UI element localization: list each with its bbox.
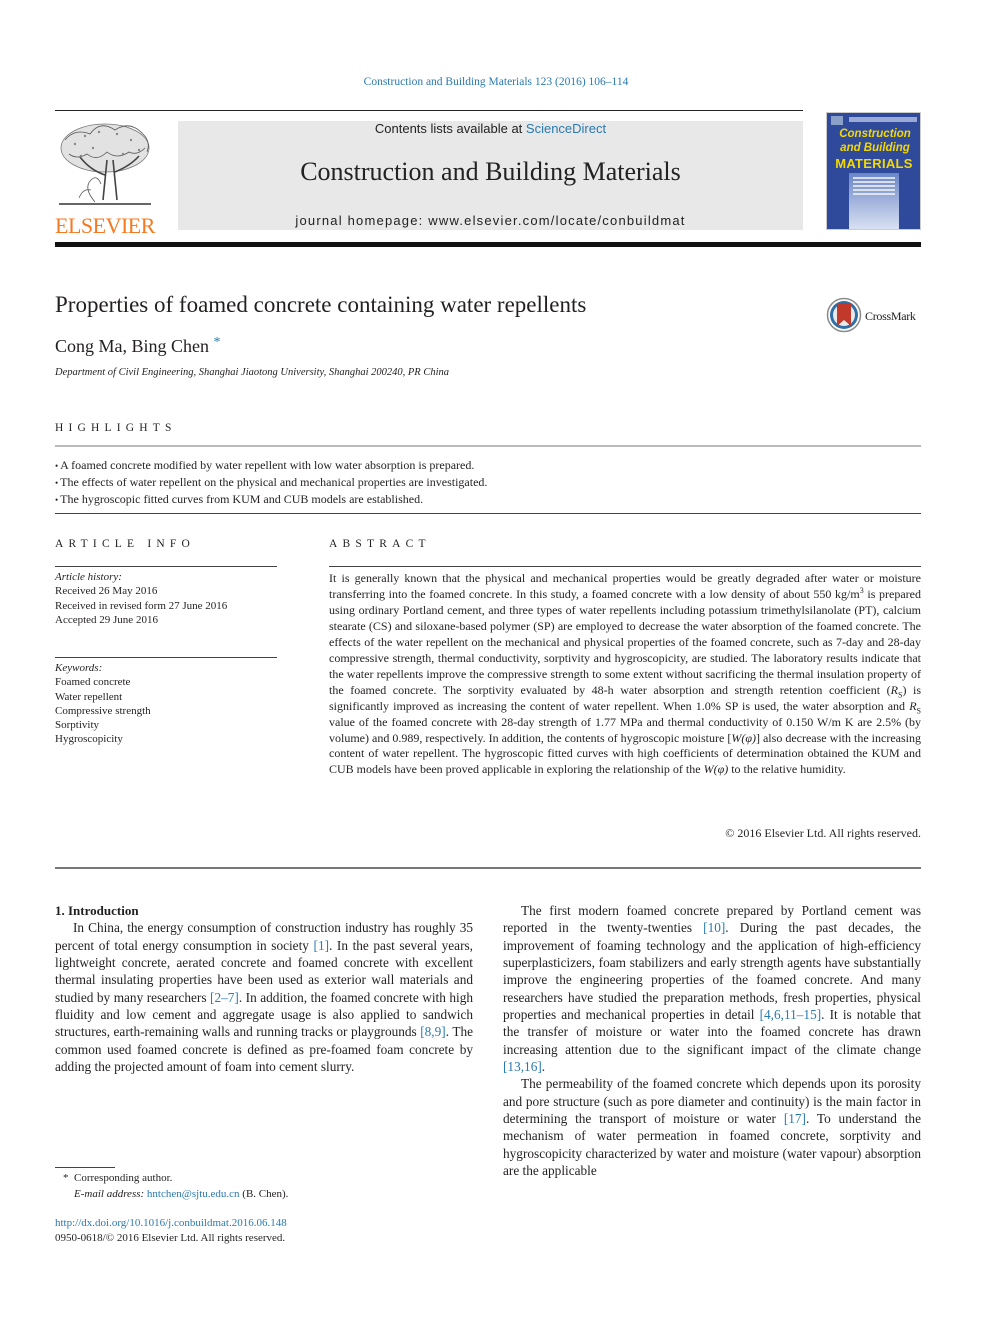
body-paragraph: The first modern foamed concrete prepare… xyxy=(503,903,921,1075)
header-thick-rule xyxy=(55,242,921,247)
citation-link[interactable]: [1] xyxy=(314,938,330,953)
authors-names: Cong Ma, Bing Chen xyxy=(55,336,210,356)
body-paragraph: In China, the energy consumption of cons… xyxy=(55,920,474,1075)
sciencedirect-link[interactable]: ScienceDirect xyxy=(526,121,606,136)
citation-link[interactable]: [2–7] xyxy=(210,990,239,1005)
abstract-rule xyxy=(329,566,921,567)
footnote-rule xyxy=(55,1167,115,1168)
cover-title-line1: Construction xyxy=(839,128,911,140)
keyword-item: Hygroscopicity xyxy=(55,733,123,746)
author-list: Cong Ma, Bing Chen * xyxy=(55,335,221,357)
doi-block: http://dx.doi.org/10.1016/j.conbuildmat.… xyxy=(55,1216,287,1246)
corresponding-author-link[interactable]: * xyxy=(214,335,221,350)
cover-title-line3: MATERIALS xyxy=(835,156,913,171)
elsevier-tree-icon xyxy=(59,123,151,205)
history-item: Received 26 May 2016 xyxy=(55,585,158,598)
keywords: Keywords: Foamed concrete Water repellen… xyxy=(55,661,151,747)
highlights-bottom-rule xyxy=(55,513,921,514)
email-label: E-mail address: xyxy=(74,1188,147,1200)
citation-link[interactable]: [10] xyxy=(703,920,725,935)
body-paragraph: The permeability of the foamed concrete … xyxy=(503,1076,921,1179)
abstract-text: It is generally known that the physical … xyxy=(329,571,922,777)
journal-citation-link[interactable]: Construction and Building Materials 123 … xyxy=(0,76,992,88)
header-rule xyxy=(55,110,803,111)
email-note: E-mail address: hntchen@sjtu.edu.cn (B. … xyxy=(74,1188,289,1200)
cover-subtitle-lines xyxy=(853,177,895,197)
footnotes: * Corresponding author. E-mail address: … xyxy=(55,1170,288,1202)
history-item: Accepted 29 June 2016 xyxy=(55,613,158,626)
journal-banner: Contents lists available at ScienceDirec… xyxy=(178,121,803,230)
keyword-item: Foamed concrete xyxy=(55,676,131,689)
elsevier-logo[interactable]: ELSEVIER xyxy=(55,120,155,237)
keywords-label: Keywords: xyxy=(55,662,103,674)
history-item: Received in revised form 27 June 2016 xyxy=(55,599,228,612)
affiliation: Department of Civil Engineering, Shangha… xyxy=(55,367,450,378)
body-column-left: 1. Introduction In China, the energy con… xyxy=(55,902,473,1075)
crossmark-button[interactable]: CrossMark xyxy=(826,297,926,333)
abstract-copyright: © 2016 Elsevier Ltd. All rights reserved… xyxy=(725,826,921,840)
cover-title-line2: and Building xyxy=(840,142,910,154)
highlights-rule xyxy=(55,445,921,447)
citation-link[interactable]: [17] xyxy=(784,1111,806,1126)
journal-title: Construction and Building Materials xyxy=(300,157,681,186)
keyword-item: Compressive strength xyxy=(55,704,151,717)
article-info-heading: ARTICLE INFO xyxy=(55,538,195,550)
issn-copyright: 0950-0618/© 2016 Elsevier Ltd. All right… xyxy=(55,1232,286,1244)
doi-link[interactable]: http://dx.doi.org/10.1016/j.conbuildmat.… xyxy=(55,1216,287,1231)
citation-link[interactable]: [4,6,11–15] xyxy=(760,1007,822,1022)
highlights-heading: HIGHLIGHTS xyxy=(55,422,177,434)
citation-link[interactable]: [13,16] xyxy=(503,1059,542,1074)
keyword-item: Water repellent xyxy=(55,690,123,703)
body-column-right: The first modern foamed concrete prepare… xyxy=(503,902,921,1180)
corresponding-author-note: * Corresponding author. xyxy=(63,1172,173,1184)
footnote-mark: * xyxy=(63,1172,69,1184)
cover-publisher-badge xyxy=(831,116,843,125)
article-history: Article history: Received 26 May 2016 Re… xyxy=(55,570,227,627)
citation-link[interactable]: [8,9] xyxy=(420,1024,445,1039)
keywords-rule xyxy=(55,657,277,658)
section-heading-introduction: 1. Introduction xyxy=(55,903,139,918)
abstract-heading: ABSTRACT xyxy=(329,538,431,550)
crossmark-label: CrossMark xyxy=(865,309,916,323)
contents-availability: Contents lists available at ScienceDirec… xyxy=(178,121,803,136)
article-info-rule xyxy=(55,566,277,567)
journal-cover-image[interactable]: Construction and Building MATERIALS xyxy=(826,112,921,230)
article-title: Properties of foamed concrete containing… xyxy=(55,292,587,317)
highlight-item: A foamed concrete modified by water repe… xyxy=(55,457,487,474)
crossmark-icon xyxy=(826,297,862,333)
email-link[interactable]: hntchen@sjtu.edu.cn xyxy=(147,1188,240,1200)
article-history-label: Article history: xyxy=(55,571,122,583)
keyword-item: Sorptivity xyxy=(55,719,100,732)
cover-title: Construction and Building xyxy=(831,127,919,155)
highlights-list: A foamed concrete modified by water repe… xyxy=(55,457,487,508)
journal-homepage[interactable]: journal homepage: www.elsevier.com/locat… xyxy=(178,213,803,228)
highlight-item: The hygroscopic fitted curves from KUM a… xyxy=(55,491,487,508)
cover-strip xyxy=(849,117,917,122)
front-matter-rule xyxy=(55,867,921,869)
contents-prefix: Contents lists available at xyxy=(374,121,526,136)
elsevier-wordmark: ELSEVIER xyxy=(55,213,155,238)
highlight-item: The effects of water repellent on the ph… xyxy=(55,474,487,491)
